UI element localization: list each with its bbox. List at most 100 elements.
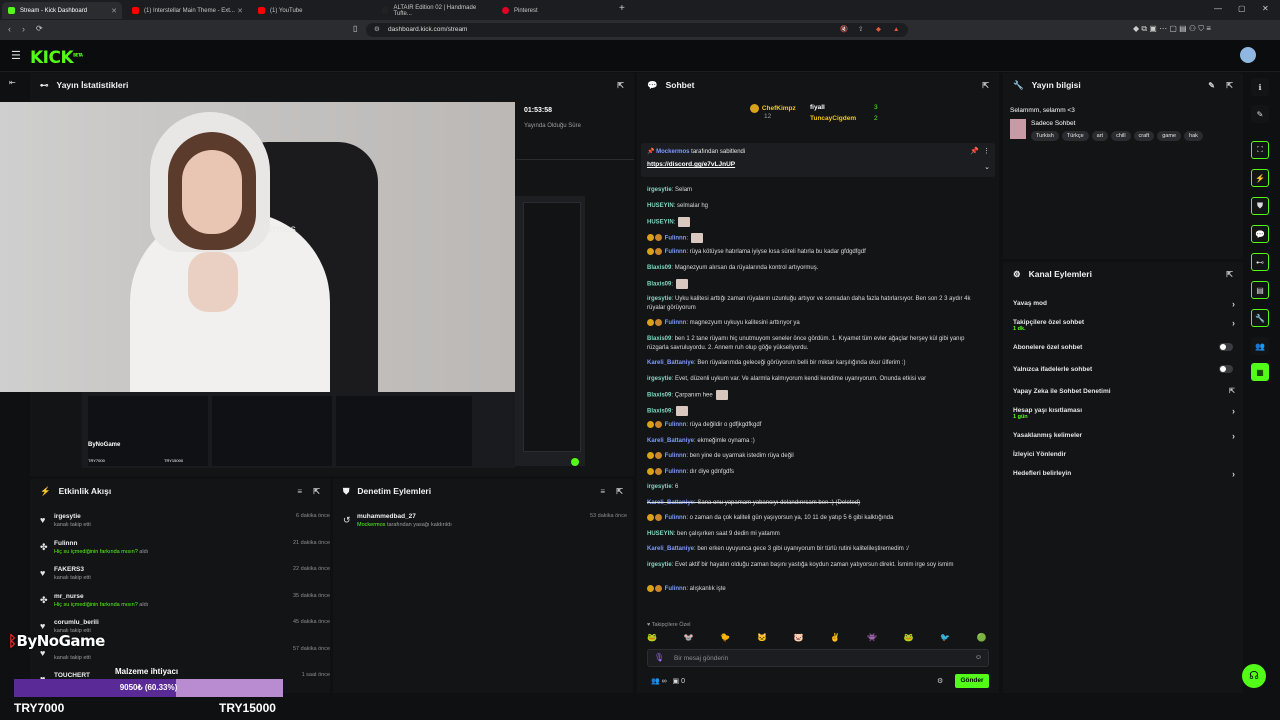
stream-tag[interactable]: Türkçe xyxy=(1061,131,1089,141)
chat-message[interactable]: Fulinnn: dır diye gdnfgdfs xyxy=(647,467,987,477)
chat-message[interactable]: HUSEYIN: ben çalışırken saat 9 dedin mi … xyxy=(647,530,987,539)
filter-icon[interactable]: ≡ xyxy=(600,487,605,496)
users-icon[interactable]: 👥 xyxy=(1251,337,1269,355)
pinned-message[interactable]: 📌 Mockermos tarafından sabitlendi https:… xyxy=(641,143,995,177)
chevron-right-icon[interactable]: › xyxy=(1232,431,1235,441)
menu-icon[interactable]: ☰ xyxy=(11,49,21,62)
emote-icon[interactable]: 🐷 xyxy=(794,633,804,645)
chat-username[interactable]: HUSEYIN xyxy=(647,220,674,226)
chat-username[interactable]: Blaxis09 xyxy=(647,282,671,288)
brave-shield-icon[interactable]: ◆ xyxy=(876,23,881,37)
stream-tag[interactable]: Turkish xyxy=(1031,131,1059,141)
chat-username[interactable]: Kareli_Battaniye xyxy=(647,360,694,366)
emote-icon[interactable]: 🟢 xyxy=(977,633,987,645)
chat-username[interactable]: Fulinnn xyxy=(665,422,687,428)
channel-action-item[interactable]: Yavaş mod › xyxy=(1013,299,1235,309)
chat-message[interactable]: Blaxis09: ben 1 2 tane rüyamı hiç unutmu… xyxy=(647,335,987,353)
toggle-switch[interactable] xyxy=(1219,365,1233,373)
chat-message[interactable]: Fulinnn: ben yine de uyarmak istedim rüy… xyxy=(647,452,987,461)
channel-action-item[interactable]: Hedefleri belirleyin › xyxy=(1013,469,1235,479)
emote-bar[interactable]: 🐸 🐭 🐤 🐱 🐷 ✌ 👾 🐸 🐦 🟢 xyxy=(647,633,987,645)
rewards-icon[interactable]: ▲ xyxy=(893,23,899,37)
close-window-icon[interactable]: ✕ xyxy=(1262,4,1269,13)
edit-icon[interactable]: ✎ xyxy=(1208,81,1215,90)
chat-message[interactable]: Kareli_Battaniye: ekmeğimle oynama :) xyxy=(647,437,987,446)
chat-username[interactable]: Kareli_Battaniye xyxy=(647,438,694,444)
close-tab-icon[interactable]: ✕ xyxy=(237,7,243,15)
emote-icon[interactable]: 🐦 xyxy=(940,633,950,645)
emote-icon[interactable]: 🐭 xyxy=(684,633,694,645)
chevron-right-icon[interactable]: › xyxy=(1232,299,1235,309)
stats-icon[interactable]: ⊷ xyxy=(1251,253,1269,271)
chat-message[interactable]: Fulinnn: alışkanlık işte xyxy=(647,585,987,594)
wrench-icon[interactable]: 🔧 xyxy=(1251,309,1269,327)
event-item[interactable]: ♥ irgesytie kanalı takip etti 6 dakika önce xyxy=(40,513,330,539)
chat-message[interactable]: Blaxis09: Magnezyum alırsan da rüyaların… xyxy=(647,264,987,273)
popout-icon[interactable]: ⇱ xyxy=(617,81,624,90)
chat-username[interactable]: irgesytie xyxy=(647,187,672,193)
unpin-icon[interactable]: 📌 xyxy=(970,147,979,155)
minimize-icon[interactable]: — xyxy=(1214,4,1222,13)
channel-action-item[interactable]: İzleyici Yönlendir xyxy=(1013,451,1235,458)
back-icon[interactable]: ‹ xyxy=(8,24,11,34)
maximize-icon[interactable]: ▢ xyxy=(1238,4,1246,13)
chat-username[interactable]: Blaxis09 xyxy=(647,408,671,414)
event-item[interactable]: ✤ mr_nurse Hiç su içmediğinin farkında mıs… xyxy=(40,593,330,619)
chat-username[interactable]: Kareli_Battaniye xyxy=(647,546,694,552)
extensions-icon[interactable]: ◆ ⧉ ▣ ⋯ ▢ ▤ ⚇ ⛉ ≡ xyxy=(1133,24,1211,34)
chat-username[interactable]: Blaxis09 xyxy=(647,393,671,399)
chat-username[interactable]: HUSEYIN xyxy=(647,531,674,537)
layout-icon[interactable]: ▦ xyxy=(1251,363,1269,381)
emote-icon[interactable]: ✌ xyxy=(830,633,840,645)
tab-kick-dashboard[interactable]: Stream - Kick Dashboard ✕ xyxy=(2,2,122,19)
chat-message[interactable]: Blaxis09: xyxy=(647,279,987,290)
chat-username[interactable]: HUSEYIN xyxy=(647,203,674,209)
event-item[interactable]: ✤ Fulinnn Hiç su içmediğinin farkında mısı… xyxy=(40,540,330,566)
chat-username[interactable]: Fulinnn xyxy=(665,235,687,241)
chat-message[interactable]: Blaxis09: Çarpanım hee xyxy=(647,390,987,401)
chevron-right-icon[interactable]: › xyxy=(1232,469,1235,479)
chat-username[interactable]: Kareli_Battaniye xyxy=(647,500,694,506)
bookmark-icon[interactable]: ▯ xyxy=(353,24,357,33)
chat-message[interactable]: irgesytie: 6 xyxy=(647,483,987,492)
layers-icon[interactable]: ▤ xyxy=(1251,281,1269,299)
toggle-switch[interactable] xyxy=(1219,343,1233,351)
chat-message[interactable]: Fulinnn: xyxy=(647,232,987,244)
stream-tag[interactable]: art xyxy=(1091,131,1109,141)
popout-icon[interactable]: ⇱ xyxy=(982,81,989,90)
channel-action-item[interactable]: Yasaklanmış kelimeler › xyxy=(1013,431,1235,441)
chat-message[interactable]: irgesytie: Evet aktif bir hayatın olduğu… xyxy=(647,561,987,570)
filter-icon[interactable]: ≡ xyxy=(297,487,302,496)
fullscreen-icon[interactable]: ⛶ xyxy=(1251,141,1269,159)
tab-pinterest[interactable]: Pinterest xyxy=(496,2,616,19)
support-icon[interactable]: ☊ xyxy=(1242,664,1266,688)
tab-youtube[interactable]: (1) YouTube xyxy=(252,2,372,19)
tab-interstellar[interactable]: (1) Interstellar Main Theme - Ext... ✕ xyxy=(126,2,248,19)
mute-icon[interactable]: 🔇 xyxy=(840,23,848,37)
chat-message[interactable]: Fulinnn: rüya kötüyse hatırlama iyiyse k… xyxy=(647,248,987,257)
info-icon[interactable]: ℹ xyxy=(1251,78,1269,96)
chat-username[interactable]: Fulinnn xyxy=(665,469,687,475)
share-icon[interactable]: ⇪ xyxy=(858,23,863,37)
chat-message[interactable]: irgesytie: Uyku kalitesi arttığı zaman r… xyxy=(647,295,987,313)
kick-logo[interactable]: KICKBETA xyxy=(30,48,83,68)
microphone-icon[interactable]: 🎙 xyxy=(654,653,664,662)
collapse-sidebar-icon[interactable]: ⇤ xyxy=(9,78,16,87)
popout-icon[interactable]: ⇱ xyxy=(616,487,623,496)
chat-username[interactable]: Fulinnn xyxy=(665,249,687,255)
avatar[interactable] xyxy=(1240,47,1256,63)
chat-message[interactable]: Kareli_Battaniye: Ben rüyalarımda gelece… xyxy=(647,359,987,368)
chat-message[interactable]: Fulinnn: o zaman da çok kaliteli gün yaş… xyxy=(647,514,987,523)
stream-tag[interactable]: game xyxy=(1157,131,1182,141)
emoji-icon[interactable]: ☺ xyxy=(975,654,982,661)
stream-tag[interactable]: craft xyxy=(1133,131,1155,141)
chat-message[interactable]: Kareli_Battaniye: Sana onu yapamam yaban… xyxy=(647,499,987,508)
chat-message[interactable]: HUSEYIN: selmalar hg xyxy=(647,202,987,211)
forward-icon[interactable]: › xyxy=(22,24,25,34)
chat-settings-icon[interactable]: ⚙ xyxy=(937,677,943,685)
emote-icon[interactable]: 👾 xyxy=(867,633,877,645)
popout-icon[interactable]: ⇱ xyxy=(313,487,320,496)
event-item[interactable]: ♥ FAKERS3 kanalı takip etti 22 dakika önce xyxy=(40,566,330,592)
shield-icon[interactable]: ⛊ xyxy=(1251,197,1269,215)
send-button[interactable]: Gönder xyxy=(955,674,989,688)
